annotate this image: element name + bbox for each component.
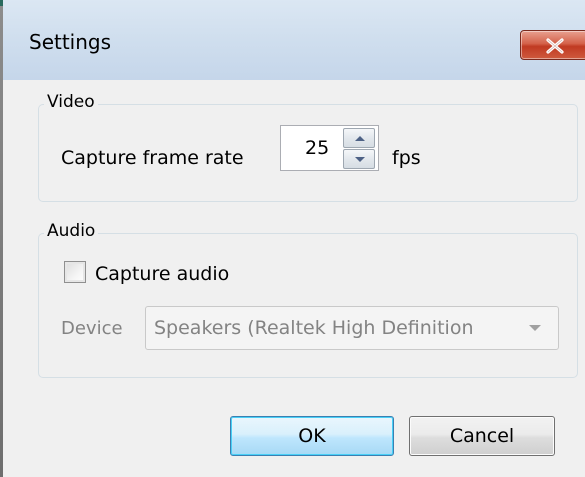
device-selected-value: Speakers (Realtek High Definition: [154, 317, 474, 339]
capture-audio-label[interactable]: Capture audio: [95, 263, 229, 285]
frame-rate-decrement-button[interactable]: [343, 149, 375, 169]
video-group-label: Video: [44, 92, 98, 112]
cancel-button[interactable]: Cancel: [409, 416, 555, 456]
frame-rate-label: Capture frame rate: [61, 147, 244, 169]
dialog-body: Video Capture frame rate 25 fps Audio Ca…: [3, 80, 585, 477]
title-bar[interactable]: Settings: [3, 0, 585, 80]
capture-audio-checkbox[interactable]: [64, 261, 86, 283]
frame-rate-unit: fps: [392, 147, 421, 169]
settings-dialog: Settings Video Capture frame rate 25 fps…: [0, 0, 585, 477]
triangle-down-icon: [355, 157, 365, 162]
ok-button[interactable]: OK: [230, 416, 394, 456]
device-label: Device: [61, 318, 123, 339]
audio-group-label: Audio: [44, 221, 99, 241]
frame-rate-increment-button[interactable]: [343, 128, 375, 148]
device-dropdown[interactable]: Speakers (Realtek High Definition: [145, 306, 559, 350]
close-button[interactable]: [520, 30, 585, 60]
close-icon: [546, 38, 564, 54]
frame-rate-value[interactable]: 25: [305, 137, 329, 159]
frame-rate-stepper[interactable]: 25: [280, 125, 379, 171]
triangle-up-icon: [355, 136, 365, 141]
chevron-down-icon: [529, 325, 541, 331]
window-title: Settings: [29, 30, 112, 54]
